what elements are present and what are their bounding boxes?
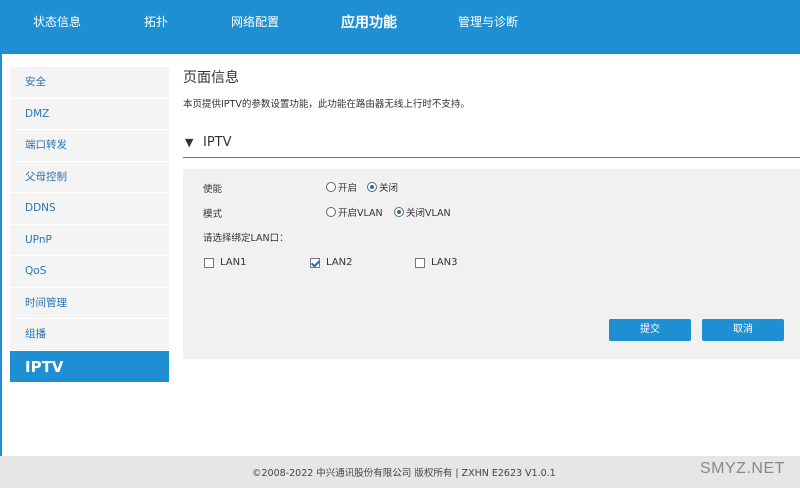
watermark: SMYZ.NET — [700, 460, 785, 477]
collapse-arrow-icon[interactable]: ▼ — [185, 136, 193, 149]
iptv-form-panel: 使能 开启 关闭 模式 开启VLAN 关闭VLAN 请选择绑定LAN口： LAN… — [183, 169, 800, 359]
copyright-text: ©2008-2022 中兴通讯股份有限公司 版权所有 | ZXHN E2623 … — [252, 468, 556, 479]
nav-network-config[interactable]: 网络配置 — [231, 13, 279, 30]
nav-applications[interactable]: 应用功能 — [341, 12, 397, 32]
lan2-checkbox[interactable]: LAN2 — [310, 257, 352, 268]
cancel-button[interactable]: 取消 — [702, 319, 784, 341]
top-navigation: 状态信息 拓扑 网络配置 应用功能 管理与诊断 — [0, 0, 800, 44]
nav-status-info[interactable]: 状态信息 — [33, 13, 81, 30]
nav-management-diagnostics[interactable]: 管理与诊断 — [458, 13, 518, 30]
lan1-checkbox[interactable]: LAN1 — [204, 257, 246, 268]
vlan-off-radio[interactable]: 关闭VLAN — [394, 205, 451, 219]
section-title: IPTV — [203, 135, 232, 150]
lan-select-label: 请选择绑定LAN口： — [203, 233, 289, 244]
radio-label: 关闭VLAN — [406, 208, 451, 219]
radio-off-icon — [326, 207, 336, 217]
submit-button[interactable]: 提交 — [609, 319, 691, 341]
vlan-on-radio[interactable]: 开启VLAN — [326, 205, 383, 219]
nav-topology[interactable]: 拓扑 — [144, 13, 168, 30]
radio-label: 开启 — [338, 183, 358, 194]
sidebar: 安全 DMZ 端口转发 父母控制 DDNS UPnP QoS 时间管理 组播 I… — [10, 67, 169, 383]
radio-label: 开启VLAN — [338, 208, 383, 219]
page-title: 页面信息 — [183, 70, 239, 86]
page-description: 本页提供IPTV的参数设置功能，此功能在路由器无线上行时不支持。 — [183, 99, 470, 110]
sidebar-item-upnp[interactable]: UPnP — [10, 224, 169, 256]
enable-label: 使能 — [203, 184, 223, 195]
radio-label: 关闭 — [379, 183, 399, 194]
enable-off-radio[interactable]: 关闭 — [367, 180, 398, 194]
sidebar-item-dmz[interactable]: DMZ — [10, 98, 169, 130]
radio-on-icon — [394, 207, 404, 217]
lan3-checkbox[interactable]: LAN3 — [415, 257, 457, 268]
checkbox-label: LAN1 — [220, 257, 247, 268]
sidebar-item-ddns[interactable]: DDNS — [10, 193, 169, 225]
checkbox-unchecked-icon — [204, 257, 214, 268]
footer: ©2008-2022 中兴通讯股份有限公司 版权所有 | ZXHN E2623 … — [0, 456, 800, 488]
sidebar-item-security[interactable]: 安全 — [10, 67, 169, 99]
checkbox-label: LAN2 — [326, 257, 353, 268]
sidebar-item-multicast[interactable]: 组播 — [10, 319, 169, 351]
sidebar-item-time-management[interactable]: 时间管理 — [10, 287, 169, 319]
checkbox-unchecked-icon — [415, 257, 425, 268]
checkbox-checked-icon — [310, 257, 320, 268]
mode-label: 模式 — [203, 209, 223, 220]
iptv-section-header[interactable]: ▼ IPTV — [183, 134, 800, 158]
sidebar-item-iptv[interactable]: IPTV — [10, 350, 169, 383]
radio-off-icon — [326, 182, 336, 192]
radio-on-icon — [367, 182, 377, 192]
checkbox-label: LAN3 — [431, 257, 458, 268]
enable-on-radio[interactable]: 开启 — [326, 180, 357, 194]
sidebar-item-qos[interactable]: QoS — [10, 256, 169, 288]
sidebar-item-parental-control[interactable]: 父母控制 — [10, 161, 169, 193]
sidebar-item-port-forwarding[interactable]: 端口转发 — [10, 130, 169, 162]
